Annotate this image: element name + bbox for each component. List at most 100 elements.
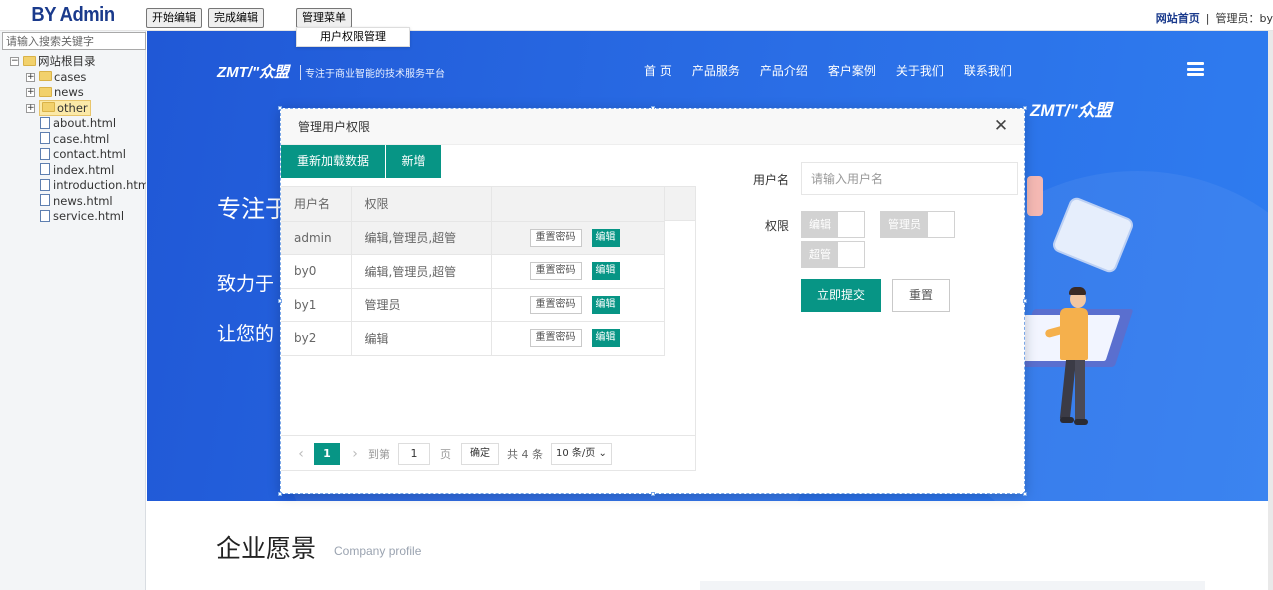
folder-icon (42, 102, 55, 112)
top-right-info: 网站首页 | 管理员：by (1156, 10, 1273, 26)
hamburger-menu-icon[interactable] (1187, 62, 1204, 76)
permission-checkbox-admin[interactable]: 管理员 (880, 211, 955, 238)
file-label: service.html (53, 209, 125, 223)
expand-icon[interactable]: + (26, 88, 35, 97)
tree-file[interactable]: index.html (0, 163, 146, 179)
scrollbar[interactable] (1268, 31, 1273, 590)
nav-item-home[interactable]: 首 页 (644, 62, 672, 79)
column-header-username: 用户名 (281, 187, 352, 222)
admin-toolbar: BY Admin 开始编辑 完成编辑 管理菜单 网站首页 | 管理员：by (0, 0, 1273, 31)
reset-password-button[interactable]: 重置密码 (529, 228, 582, 247)
manage-menu-button[interactable]: 管理菜单 (296, 8, 352, 28)
permissions-label: 权限 (764, 219, 789, 233)
close-icon[interactable]: ✕ (991, 116, 1011, 136)
page-size-select[interactable]: 10 条/页 ⌄ (551, 442, 612, 465)
expand-icon[interactable]: + (26, 103, 35, 113)
submit-button[interactable]: 立即提交 (801, 279, 881, 312)
resize-handle[interactable] (1023, 492, 1027, 496)
reset-password-button[interactable]: 重置密码 (529, 262, 582, 281)
goto-suffix: 页 (440, 447, 451, 461)
tree-file[interactable]: about.html (0, 116, 146, 132)
site-home-link[interactable]: 网站首页 (1156, 12, 1200, 25)
checkbox-label: 编辑 (802, 212, 838, 237)
permissions-modal: 管理用户权限 ✕ 重新加载数据 新增 用户名 权限 admin 编辑,管理员,超… (278, 106, 1027, 496)
table-row[interactable]: by1 管理员 重置密码 编辑 (281, 288, 665, 322)
site-slogan: 专注于商业智能的技术服务平台 (300, 65, 445, 80)
cell-username: admin (281, 221, 352, 255)
checkbox-label: 管理员 (881, 212, 928, 237)
tree-file[interactable]: service.html (0, 209, 146, 225)
file-label: news.html (53, 193, 113, 208)
file-label: contact.html (53, 147, 126, 161)
table-row[interactable]: admin 编辑,管理员,超管 重置密码 编辑 (281, 221, 665, 255)
file-label: case.html (53, 131, 110, 146)
cell-username: by0 (281, 254, 352, 289)
collapse-icon[interactable]: − (10, 57, 19, 66)
nav-item-services[interactable]: 产品服务 (692, 62, 740, 79)
tree-folder-news[interactable]: + news (0, 85, 146, 101)
goto-prefix: 到第 (368, 447, 390, 461)
goto-page-input[interactable]: 1 (398, 442, 430, 465)
file-icon (40, 147, 50, 160)
nav-item-about[interactable]: 关于我们 (896, 62, 944, 79)
users-table: 用户名 权限 admin 编辑,管理员,超管 重置密码 编辑 by0 编辑,管理员… (281, 186, 696, 471)
tree-file[interactable]: introduction.html (0, 178, 146, 194)
tree-file[interactable]: case.html (0, 132, 146, 148)
search-input[interactable] (2, 32, 146, 50)
current-page[interactable]: 1 (314, 442, 340, 465)
person-illustration (1069, 287, 1086, 295)
cell-username: by2 (281, 321, 352, 356)
edit-button[interactable]: 编辑 (591, 262, 620, 281)
file-icon (40, 132, 50, 144)
tree-folder-cases[interactable]: + cases (0, 70, 146, 86)
edit-button[interactable]: 编辑 (591, 295, 620, 314)
nav-item-contact[interactable]: 联系我们 (964, 62, 1012, 79)
vision-section: 企业愿景 Company profile (147, 501, 1273, 590)
resize-handle[interactable] (1023, 299, 1027, 303)
next-page-icon[interactable]: › (348, 446, 362, 462)
file-icon (40, 209, 50, 222)
person-illustration (1060, 417, 1074, 423)
edit-button[interactable]: 编辑 (591, 228, 620, 247)
menu-item-user-permissions[interactable]: 用户权限管理 (296, 27, 410, 47)
edit-button[interactable]: 编辑 (591, 329, 620, 348)
site-logo[interactable]: ZMT/"众盟 (217, 61, 289, 82)
checkbox-box (838, 242, 864, 267)
file-icon (40, 163, 50, 175)
tree-file[interactable]: contact.html (0, 147, 146, 163)
username-input[interactable] (801, 162, 1018, 195)
folder-icon (39, 86, 52, 97)
nav-item-cases[interactable]: 客户案例 (828, 62, 876, 79)
tree-file[interactable]: news.html (0, 194, 146, 210)
file-tree-sidebar: − 网站根目录 + cases + news + other about.html ca… (0, 31, 146, 590)
cell-actions: 重置密码 编辑 (491, 254, 665, 289)
table-row[interactable]: by0 编辑,管理员,超管 重置密码 编辑 (281, 254, 665, 289)
finish-edit-button[interactable]: 完成编辑 (208, 8, 264, 28)
permission-checkbox-superadmin[interactable]: 超管 (801, 241, 865, 268)
reset-password-button[interactable]: 重置密码 (529, 329, 582, 348)
reset-button[interactable]: 重置 (892, 279, 950, 312)
nav-item-products[interactable]: 产品介绍 (760, 62, 808, 79)
tree-folder-other[interactable]: + other (0, 99, 146, 117)
folder-label: news (54, 85, 84, 99)
reload-data-button[interactable]: 重新加载数据 (281, 145, 385, 178)
add-button[interactable]: 新增 (386, 145, 441, 178)
prev-page-icon[interactable]: ‹ (294, 446, 308, 462)
reset-password-button[interactable]: 重置密码 (529, 295, 582, 314)
resize-handle[interactable] (651, 492, 655, 496)
table-row[interactable]: by2 编辑 重置密码 编辑 (281, 321, 665, 356)
hero-line-1: 专注于 (217, 195, 289, 223)
goto-confirm-button[interactable]: 确定 (461, 442, 499, 465)
cell-permissions: 编辑,管理员,超管 (351, 221, 492, 255)
resize-handle[interactable] (278, 492, 282, 496)
column-header-actions (491, 187, 665, 222)
permission-checkbox-edit[interactable]: 编辑 (801, 211, 865, 238)
start-edit-button[interactable]: 开始编辑 (146, 8, 202, 28)
section-subtitle: Company profile (334, 544, 422, 558)
tree-root[interactable]: − 网站根目录 (0, 54, 146, 70)
file-icon (40, 178, 50, 191)
folder-icon (39, 71, 52, 81)
illustration-card (1027, 176, 1043, 216)
separator: | (1205, 12, 1210, 25)
expand-icon[interactable]: + (26, 72, 35, 82)
